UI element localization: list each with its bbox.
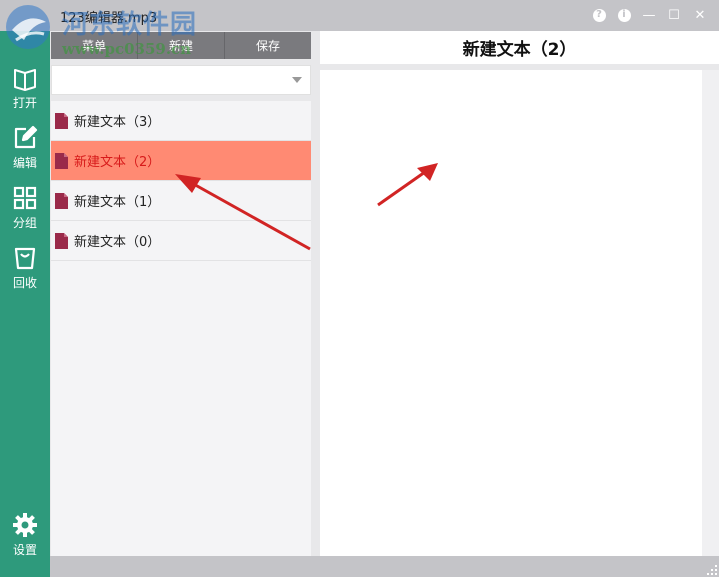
maximize-icon: ☐ <box>668 7 680 23</box>
sidebar-item-label: 打开 <box>12 96 37 110</box>
help-icon: ? <box>592 8 606 22</box>
notes-list: 新建文本（3） 新建文本（2） 新建文本（1） 新建文本（0） <box>51 101 311 556</box>
close-icon: ✕ <box>694 7 706 23</box>
list-item[interactable]: 新建文本（0） <box>51 221 311 261</box>
list-item-label: 新建文本（3） <box>74 115 161 130</box>
list-item-label: 新建文本（1） <box>74 195 161 210</box>
close-button[interactable]: ✕ <box>690 5 710 25</box>
list-item[interactable]: 新建文本（3） <box>51 101 311 141</box>
document-icon <box>55 112 68 129</box>
resize-grip-icon[interactable] <box>707 565 717 575</box>
sidebar-item-settings[interactable]: 设置 <box>0 510 50 566</box>
sidebar-item-label: 回收 <box>12 276 37 290</box>
tab-save[interactable]: 保存 <box>225 32 311 59</box>
document-icon <box>55 152 68 169</box>
watermark-url: www.pc0359.cn <box>62 40 192 58</box>
sidebar-item-label: 编辑 <box>12 156 37 170</box>
sidebar-item-group[interactable]: 分组 <box>0 183 50 239</box>
sidebar-item-open[interactable]: 打开 <box>0 63 50 119</box>
sidebar-item-label: 分组 <box>12 216 37 230</box>
group-select[interactable] <box>51 65 311 95</box>
sidebar: 打开 编辑 分组 回收 设置 <box>0 31 50 577</box>
info-button[interactable]: i <box>614 5 634 25</box>
list-item-selected[interactable]: 新建文本（2） <box>51 141 311 181</box>
document-icon <box>55 192 68 209</box>
editor-textarea[interactable] <box>320 70 702 556</box>
sidebar-item-label: 设置 <box>12 543 37 557</box>
help-button[interactable]: ? <box>589 5 609 25</box>
document-icon <box>55 232 68 249</box>
editor-title: 新建文本（2） <box>320 31 719 64</box>
minimize-button[interactable]: — <box>639 5 659 25</box>
list-item-label: 新建文本（0） <box>74 235 161 250</box>
maximize-button[interactable]: ☐ <box>664 5 684 25</box>
minimize-icon: — <box>642 7 656 23</box>
editor-scrollbar[interactable] <box>702 70 719 556</box>
watermark-text: 河东软件园 <box>62 10 198 40</box>
edit-icon <box>14 125 38 149</box>
list-item-label: 新建文本（2） <box>74 155 161 170</box>
grid-icon <box>13 186 37 210</box>
sidebar-item-edit[interactable]: 编辑 <box>0 123 50 179</box>
notes-panel: 菜单 新建 保存 新建文本（3） 新建文本（2） 新建文本（1） 新建文本（0） <box>50 31 312 556</box>
book-open-icon <box>14 69 36 91</box>
info-icon: i <box>617 8 631 22</box>
watermark-logo <box>6 5 50 49</box>
chevron-down-icon <box>292 77 302 83</box>
sidebar-item-recycle[interactable]: 回收 <box>0 243 50 299</box>
status-bar <box>50 556 719 577</box>
list-item[interactable]: 新建文本（1） <box>51 181 311 221</box>
gear-icon <box>13 513 37 537</box>
bag-icon <box>14 247 36 270</box>
